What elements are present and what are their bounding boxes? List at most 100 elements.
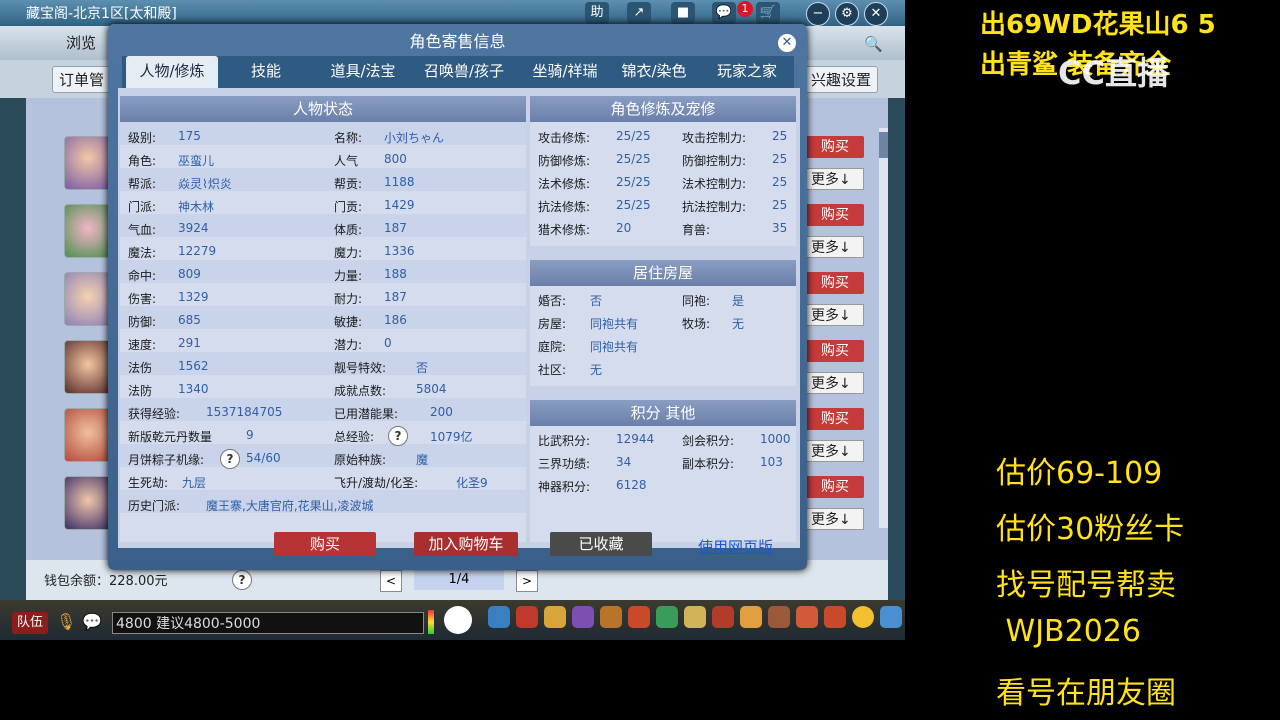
toolbar-icon[interactable] — [488, 606, 510, 628]
overlay-note: WJB2026 — [996, 614, 1141, 649]
mooncake-help-icon[interactable]: ? — [220, 449, 240, 469]
cc-live-logo: CC直播 — [1058, 54, 1169, 92]
list-buy-button[interactable]: 购买 — [806, 476, 864, 498]
next-page-icon[interactable]: > — [516, 570, 538, 592]
total-exp-value: 1079亿 — [430, 430, 473, 444]
tab-mounts[interactable]: 坐骑/祥瑞 — [520, 56, 610, 88]
list-buy-button[interactable]: 购买 — [806, 340, 864, 362]
settings-gear-icon[interactable]: ⚙ — [835, 2, 859, 26]
microphone-icon[interactable]: 🎙 — [56, 612, 76, 631]
house-value: 否 — [590, 294, 603, 308]
overlay-line-1: 出69WD花果山6 5 — [980, 10, 1216, 40]
toolbar-icon[interactable] — [516, 606, 538, 628]
dialog-title: 角色寄售信息 — [409, 32, 506, 51]
life-death-label: 生死劫: — [128, 476, 169, 490]
race-value: 魔 — [416, 453, 429, 467]
browse-tab[interactable]: 浏览 — [60, 30, 102, 55]
list-more-button[interactable]: 更多↓ — [806, 168, 864, 190]
tab-pets[interactable]: 召唤兽/孩子 — [414, 56, 514, 88]
popularity-value: 800 — [384, 152, 407, 166]
help-button[interactable]: 助 — [585, 2, 609, 24]
dialog-tabs: 人物/修炼 技能 道具/法宝 召唤兽/孩子 坐骑/祥瑞 锦衣/染色 玩家之家 — [122, 56, 794, 88]
search-icon[interactable]: 🔍 — [864, 35, 883, 53]
avatar[interactable] — [64, 204, 112, 258]
favorited-button[interactable]: 已收藏 — [550, 532, 652, 556]
list-more-button[interactable]: 更多↓ — [806, 236, 864, 258]
toolbar-icon[interactable] — [684, 606, 706, 628]
wallet-help-icon[interactable]: ? — [232, 570, 252, 590]
web-version-link[interactable]: 使用网页版 — [698, 536, 773, 557]
house-value: 无 — [732, 317, 745, 331]
tab-outfits[interactable]: 锦衣/染色 — [614, 56, 694, 88]
list-buy-button[interactable]: 购买 — [806, 204, 864, 226]
sect-contrib-label: 门贡: — [334, 200, 363, 214]
avatar[interactable] — [64, 408, 112, 462]
avatar[interactable] — [64, 476, 112, 530]
dialog-buy-button[interactable]: 购买 — [274, 532, 376, 556]
cult-label: 攻击修炼: — [538, 131, 591, 145]
list-more-button[interactable]: 更多↓ — [806, 508, 864, 530]
avatar[interactable] — [64, 136, 112, 190]
house-label: 同袍: — [682, 294, 711, 308]
list-more-button[interactable]: 更多↓ — [806, 372, 864, 394]
toolbar-icon[interactable] — [628, 606, 650, 628]
potential-fruit-value: 200 — [430, 405, 453, 419]
toolbar-icon[interactable] — [600, 606, 622, 628]
minimize-icon[interactable]: − — [806, 2, 830, 26]
share-icon[interactable]: ↗ — [627, 2, 651, 24]
life-death-value: 九层 — [182, 476, 207, 490]
chat-input[interactable]: 4800 建议4800-5000 — [112, 612, 424, 634]
pet-icon[interactable] — [444, 606, 472, 634]
tab-skills[interactable]: 技能 — [224, 56, 308, 88]
cult-value: 25/25 — [616, 198, 651, 212]
total-exp-label: 总经验: — [334, 430, 375, 444]
avatar[interactable] — [64, 340, 112, 394]
toolbar-icon[interactable] — [796, 606, 818, 628]
toolbar-icon[interactable] — [656, 606, 678, 628]
cult-value: 20 — [616, 221, 632, 235]
cart-icon[interactable]: 🛒 — [756, 2, 780, 24]
close-icon[interactable]: ✕ — [864, 2, 888, 26]
smiley-icon[interactable] — [852, 606, 874, 628]
team-button[interactable]: 队伍 — [12, 612, 48, 634]
list-more-button[interactable]: 更多↓ — [806, 304, 864, 326]
avatar[interactable] — [64, 272, 112, 326]
speech-icon[interactable]: 💬 — [82, 612, 102, 631]
cult-value: 25 — [772, 198, 788, 212]
toolbar-icon[interactable] — [824, 606, 846, 628]
total-exp-help-icon[interactable]: ? — [388, 426, 408, 446]
chat-icon[interactable]: 💬 — [712, 2, 736, 24]
list-buy-button[interactable]: 购买 — [806, 272, 864, 294]
list-buy-button[interactable]: 购买 — [806, 136, 864, 158]
tab-home[interactable]: 玩家之家 — [704, 56, 790, 88]
volume-meter — [428, 610, 434, 634]
stop-icon[interactable]: ■ — [671, 2, 695, 24]
role-info-dialog: 角色寄售信息 ✕ 人物/修炼 技能 道具/法宝 召唤兽/孩子 坐骑/祥瑞 锦衣/… — [108, 24, 807, 570]
orders-button[interactable]: 订单管 — [52, 66, 112, 93]
toolbar-icon[interactable] — [572, 606, 594, 628]
list-buy-button[interactable]: 购买 — [806, 408, 864, 430]
page-indicator: 1/4 — [414, 570, 504, 590]
add-to-cart-button[interactable]: 加入购物车 — [414, 532, 518, 556]
fancy-id-value: 否 — [416, 361, 429, 375]
toolbar-icon[interactable] — [880, 606, 902, 628]
interest-settings-button[interactable]: 兴趣设置 — [804, 66, 879, 93]
hit-label: 命中: — [128, 269, 157, 283]
scroll-thumb[interactable] — [879, 132, 888, 158]
toolbar-icon[interactable] — [740, 606, 762, 628]
cult-label: 法术修炼: — [538, 177, 591, 191]
toolbar-icon[interactable] — [712, 606, 734, 628]
list-more-button[interactable]: 更多↓ — [806, 440, 864, 462]
hit-value: 809 — [178, 267, 201, 281]
dialog-close-icon[interactable]: ✕ — [778, 34, 796, 52]
toolbar-icon[interactable] — [544, 606, 566, 628]
tab-items[interactable]: 道具/法宝 — [318, 56, 408, 88]
cult-label: 抗法修炼: — [538, 200, 591, 214]
overlay-note: 看号在朋友圈 — [996, 676, 1176, 711]
toolbar-icon[interactable] — [768, 606, 790, 628]
tab-character[interactable]: 人物/修炼 — [126, 56, 218, 88]
window-title: 藏宝阁-北京1区[太和殿] — [26, 6, 177, 22]
list-scrollbar[interactable] — [879, 128, 888, 528]
guild-contrib-value: 1188 — [384, 175, 415, 189]
prev-page-icon[interactable]: < — [380, 570, 402, 592]
